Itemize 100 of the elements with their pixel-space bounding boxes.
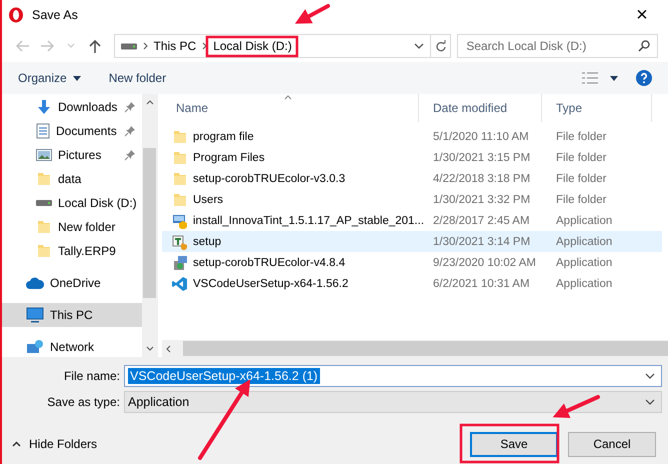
drive-icon: [36, 199, 52, 207]
file-name: program file: [193, 130, 254, 142]
file-name: install_InnovaTint_1.5.1.17_AP_stable_201...: [193, 214, 424, 226]
type-cell-text: Application: [555, 214, 614, 226]
pin-icon: [124, 149, 136, 161]
dropdown-icon[interactable]: [645, 398, 655, 404]
annotation-arrow: [294, 4, 330, 24]
details-view-icon: [582, 72, 598, 84]
folder-icon: [172, 128, 188, 144]
pin-icon: [124, 101, 136, 113]
breadcrumb-item[interactable]: Local Disk (D:): [213, 39, 292, 53]
folder-icon: [36, 243, 52, 259]
search-icon: [638, 40, 650, 52]
file-row[interactable]: program file 5/1/2020 11:10 AM File folder: [162, 126, 662, 147]
date-cell-text: 6/2/2021 10:31 AM: [432, 278, 531, 290]
file-name: setup: [193, 236, 222, 248]
type-cell-text: Application: [555, 278, 614, 290]
type-cell-text: File folder: [555, 152, 608, 164]
file-name-field[interactable]: VSCodeUserSetup-x64-1.56.2 (1): [124, 364, 662, 386]
horizontal-scrollbar[interactable]: [162, 340, 668, 357]
new-folder-button[interactable]: New folder: [108, 69, 166, 87]
date-cell-text: 9/23/2020 10:02 AM: [432, 256, 537, 268]
date-cell-text: 1/30/2021 3:14 PM: [432, 236, 532, 248]
sidebar-item[interactable]: Documents: [2, 119, 142, 143]
type-cell-text: File folder: [555, 130, 608, 142]
scroll-up-icon[interactable]: [146, 100, 154, 105]
sidebar-item[interactable]: Local Disk (D:): [2, 191, 142, 215]
scroll-down-icon[interactable]: [146, 346, 154, 351]
folder-icon: [36, 219, 52, 235]
file-row[interactable]: Users 1/30/2021 3:32 PM File folder: [162, 189, 662, 210]
folder-icon: [172, 170, 188, 186]
file-name: setup-corobTRUEcolor-v4.8.4: [193, 256, 346, 268]
folder-icon: [172, 192, 188, 208]
file-name: Program Files: [193, 152, 265, 164]
download-arrow-icon: [36, 99, 52, 115]
type-cell-text: File folder: [555, 172, 608, 184]
browser-logo-icon: [8, 7, 24, 23]
caret-icon: [610, 76, 618, 80]
setup-icon: [172, 234, 188, 250]
sidebar-item[interactable]: OneDrive: [2, 271, 142, 295]
view-options-button[interactable]: [582, 70, 618, 86]
type-cell-text: Application: [555, 236, 614, 248]
column-header[interactable]: Date modified: [419, 94, 542, 122]
package-icon: [172, 254, 188, 270]
computer-icon: [26, 307, 44, 323]
pin-icon: [124, 125, 136, 137]
cloud-icon: [26, 277, 44, 289]
caret-icon: [72, 76, 81, 80]
organize-button[interactable]: Organize: [18, 69, 81, 87]
file-row[interactable]: install_InnovaTint_1.5.1.17_AP_stable_201... 2/28/2017 2:45 AM Application: [162, 210, 662, 231]
close-button[interactable]: ×: [624, 1, 660, 29]
chevron-up-icon: [12, 441, 21, 447]
sidebar-item[interactable]: Downloads: [2, 95, 142, 119]
dropdown-icon[interactable]: [645, 372, 655, 378]
installer-icon: [172, 212, 188, 228]
search-field[interactable]: Search Local Disk (D:): [457, 34, 658, 58]
hide-folders-button[interactable]: Hide Folders: [12, 437, 98, 451]
chevron-icon: [142, 42, 148, 50]
code-editor-icon: [172, 276, 188, 292]
save-button[interactable]: Save: [470, 432, 558, 456]
scrollbar[interactable]: [142, 94, 157, 357]
sidebar-item[interactable]: New folder: [2, 215, 142, 239]
cancel-button[interactable]: Cancel: [568, 432, 656, 456]
date-cell-text: 1/30/2021 3:32 PM: [432, 194, 532, 206]
file-name: Users: [193, 194, 224, 206]
field-label: Save as type:: [46, 394, 121, 408]
file-name: setup-corobTRUEcolor-v3.0.3: [193, 172, 346, 184]
address-bar[interactable]: This PC Local Disk (D:): [114, 34, 452, 58]
field-label: File name:: [62, 368, 121, 382]
folder-icon: [36, 171, 52, 187]
date-cell-text: 1/30/2021 3:15 PM: [432, 152, 532, 164]
sidebar-item[interactable]: Pictures: [2, 143, 142, 167]
type-cell-text: Application: [555, 256, 614, 268]
sidebar-item[interactable]: Network: [2, 335, 142, 359]
network-icon: [26, 339, 44, 355]
window-title: Save As: [32, 8, 78, 22]
sidebar-item[interactable]: This PC: [2, 303, 142, 327]
chevron-down-icon: [66, 43, 75, 49]
chevron-icon: [202, 42, 208, 50]
file-row[interactable]: setup-corobTRUEcolor-v3.0.3 4/22/2018 3:18 PM File folder: [162, 168, 662, 189]
sidebar-item[interactable]: Tally.ERP9: [2, 239, 142, 263]
document-icon: [36, 123, 50, 139]
breadcrumb-item[interactable]: This PC: [154, 39, 196, 53]
file-row[interactable]: Program Files 1/30/2021 3:15 PM File folder: [162, 147, 662, 168]
dropdown-icon[interactable]: [414, 43, 424, 49]
column-header[interactable]: Name: [162, 94, 419, 122]
file-row[interactable]: VSCodeUserSetup-x64-1.56.2 6/2/2021 10:31 AM Application: [162, 273, 662, 294]
date-cell-text: 5/1/2020 11:10 AM: [432, 130, 530, 142]
refresh-icon: [435, 40, 446, 52]
file-row[interactable]: setup 1/30/2021 3:14 PM Application: [162, 231, 662, 252]
file-row[interactable]: setup-corobTRUEcolor-v4.8.4 9/23/2020 10:02 AM Application: [162, 252, 662, 273]
help-icon[interactable]: [636, 70, 652, 86]
annotation-arrow: [552, 395, 600, 418]
sidebar-item[interactable]: data: [2, 167, 142, 191]
column-header[interactable]: Type: [542, 94, 652, 122]
folder-icon: [172, 150, 188, 166]
picture-icon: [36, 148, 52, 162]
date-cell-text: 4/22/2018 3:18 PM: [432, 172, 532, 184]
file-type-dropdown[interactable]: Application: [124, 390, 662, 412]
scroll-left-icon[interactable]: [166, 344, 171, 352]
